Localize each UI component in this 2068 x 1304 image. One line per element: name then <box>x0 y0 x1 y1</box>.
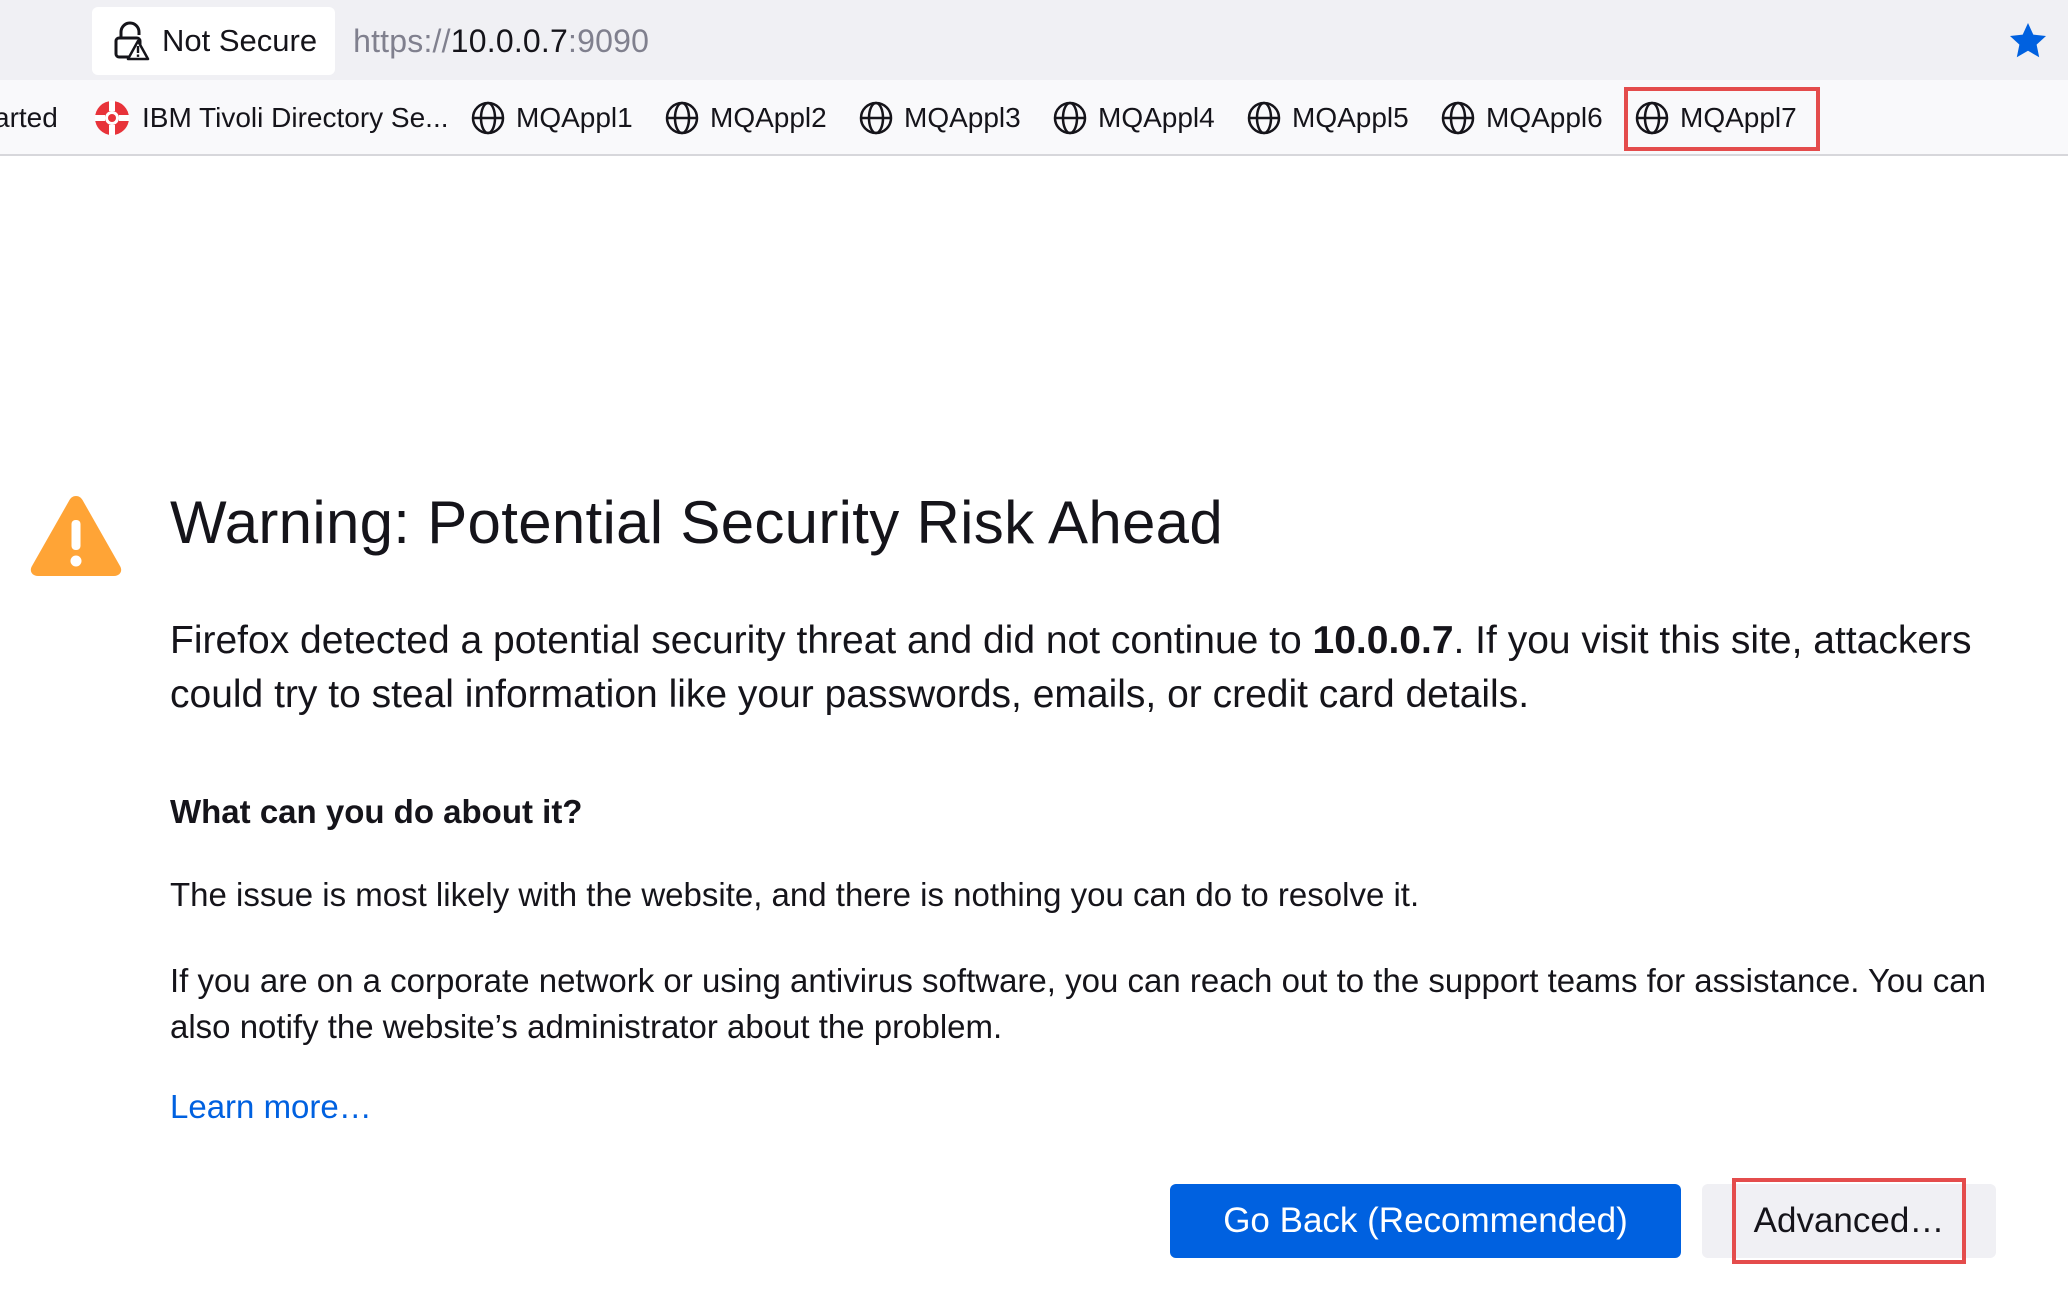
bookmark-mqappl4[interactable]: MQAppl4 <box>1046 88 1221 148</box>
bookmark-mqappl2[interactable]: MQAppl2 <box>658 88 833 148</box>
bookmark-star-icon[interactable] <box>2008 21 2048 61</box>
bookmark-label: MQAppl3 <box>904 102 1021 133</box>
globe-icon <box>664 100 700 136</box>
bookmark-label: MQAppl5 <box>1292 102 1409 133</box>
bookmark-label: MQAppl4 <box>1098 102 1215 133</box>
url-bar[interactable]: Not Secure https://10.0.0.7:9090 <box>92 7 2058 75</box>
learn-more-link[interactable]: Learn more… <box>170 1088 372 1126</box>
bookmark-mqappl6[interactable]: MQAppl6 <box>1434 88 1609 148</box>
bookmark-getting-started[interactable]: arted <box>0 88 64 148</box>
globe-icon <box>858 100 894 136</box>
identity-label: Not Secure <box>162 23 318 58</box>
go-back-button[interactable]: Go Back (Recommended) <box>1170 1184 1681 1258</box>
url-host: 10.0.0.7 <box>450 22 568 59</box>
url-input[interactable]: https://10.0.0.7:9090 <box>353 23 2058 60</box>
bookmark-ibm-tivoli[interactable]: IBM Tivoli Directory Se... <box>86 88 455 148</box>
issue-paragraph: The issue is most likely with the websit… <box>170 876 1420 913</box>
bookmark-label: MQAppl1 <box>516 102 633 133</box>
site-identity-button[interactable]: Not Secure <box>92 7 336 75</box>
bookmark-label: arted <box>0 102 58 133</box>
globe-icon <box>470 100 506 136</box>
corporate-network-paragraph: If you are on a corporate network or usi… <box>170 962 1987 1045</box>
warning-triangle-icon <box>28 490 124 580</box>
url-port: :9090 <box>568 22 650 59</box>
bookmark-label: MQAppl7 <box>1680 102 1797 133</box>
advanced-button[interactable]: Advanced… <box>1702 1184 1996 1258</box>
navigation-toolbar: Not Secure https://10.0.0.7:9090 <box>0 0 2068 80</box>
url-scheme: https:// <box>353 22 451 59</box>
bookmark-label: MQAppl2 <box>710 102 827 133</box>
bookmark-mqappl1[interactable]: MQAppl1 <box>464 88 639 148</box>
bookmarks-toolbar: arted IBM Tivoli Directory Se... MQAppl1… <box>0 80 2068 156</box>
bookmark-mqappl5[interactable]: MQAppl5 <box>1240 88 1415 148</box>
insecure-lock-icon <box>112 21 150 61</box>
ibm-lifebuoy-icon <box>92 98 132 138</box>
bookmark-mqappl3[interactable]: MQAppl3 <box>852 88 1027 148</box>
intro-text-start: Firefox detected a potential security th… <box>170 619 1313 662</box>
bookmark-label: IBM Tivoli Directory Se... <box>142 102 449 133</box>
globe-icon <box>1052 100 1088 136</box>
what-can-you-do-heading: What can you do about it? <box>170 793 583 830</box>
bookmark-mqappl7[interactable]: MQAppl7 <box>1628 88 1803 148</box>
globe-icon <box>1246 100 1282 136</box>
bookmark-label: MQAppl6 <box>1486 102 1603 133</box>
globe-icon <box>1440 100 1476 136</box>
intro-paragraph: Firefox detected a potential security th… <box>170 614 2030 722</box>
intro-host: 10.0.0.7 <box>1312 619 1454 662</box>
page-title: Warning: Potential Security Risk Ahead <box>170 489 1224 556</box>
globe-icon <box>1634 100 1670 136</box>
